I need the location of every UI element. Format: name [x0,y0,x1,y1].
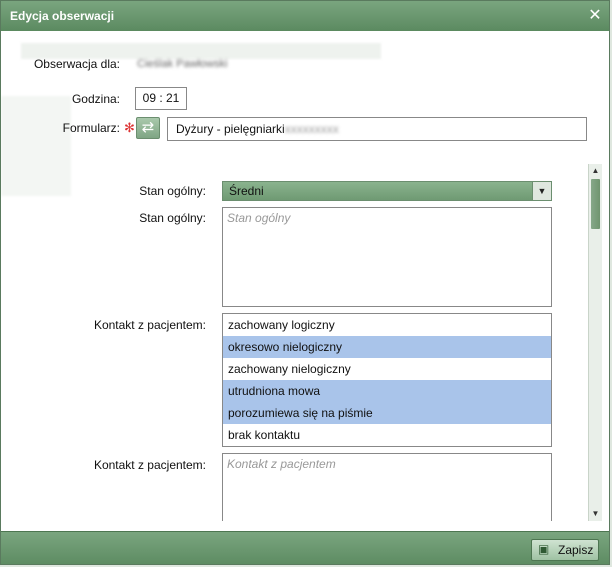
time-label: Godzina: [71,92,120,106]
list-item[interactable]: brak kontaktu [223,424,551,446]
list-item[interactable]: utrudniona mowa [223,380,551,402]
form-scroll-area[interactable]: Stan ogólny: Średni ▼ Stan ogólny: Stan … [1,161,605,521]
contact-text-label: Kontakt z pacjentem: [93,458,206,472]
observation-for-label: Obserwacja dla: [33,57,120,71]
scroll-up-icon[interactable]: ▲ [590,165,601,177]
scroll-down-icon[interactable]: ▼ [590,508,601,520]
general-state-textarea[interactable]: Stan ogólny [222,207,552,307]
general-state-text-label: Stan ogólny: [139,211,206,225]
observation-for-value: Cieślak Pawłowski [137,58,228,70]
close-icon[interactable]: ✕ [587,8,603,24]
dialog-title: Edycja obserwacji [10,9,115,23]
save-button[interactable]: ▣ Zapisz [531,539,599,561]
floppy-disk-icon: ▣ [538,542,550,556]
list-item[interactable]: zachowany nielogiczny [223,358,551,380]
contact-placeholder: Kontakt z pacjentem [227,457,336,471]
required-asterisk-icon: ✻ [124,120,135,135]
form-label: Formularz: [62,121,120,135]
general-state-label: Stan ogólny: [139,184,206,198]
general-state-select[interactable]: Średni ▼ [222,181,552,201]
swap-form-button[interactable]: ⇄ [136,117,160,139]
form-field[interactable]: Dyżury - pielęgniarkixxxxxxxxx [167,117,587,141]
save-button-label: Zapisz [558,543,594,557]
general-state-placeholder: Stan ogólny [227,211,291,225]
contact-multiselect-list[interactable]: zachowany logiczny okresowo nielogiczny … [222,313,552,447]
list-item[interactable]: zachowany logiczny [223,314,551,336]
time-input[interactable]: 09 : 21 [135,87,187,110]
swap-icon: ⇄ [141,119,155,136]
vertical-scrollbar[interactable]: ▲ ▼ [588,164,602,521]
dialog-footer: ▣ Zapisz [1,531,609,564]
form-field-blurred-suffix: xxxxxxxxx [284,122,339,136]
contact-textarea[interactable]: Kontakt z pacjentem [222,453,552,521]
contact-label: Kontakt z pacjentem: [93,318,206,332]
edit-observation-dialog: Edycja obserwacji ✕ Obserwacja dla: Cieś… [0,0,610,565]
scrollbar-thumb[interactable] [591,179,600,229]
general-state-selected-value: Średni [229,184,264,198]
form-field-value: Dyżury - pielęgniarki [176,122,285,136]
list-item[interactable]: okresowo nielogiczny [223,336,551,358]
chevron-down-icon[interactable]: ▼ [532,182,551,200]
dialog-titlebar[interactable]: Edycja obserwacji ✕ [1,1,609,31]
list-item[interactable]: porozumiewa się na piśmie [223,402,551,424]
